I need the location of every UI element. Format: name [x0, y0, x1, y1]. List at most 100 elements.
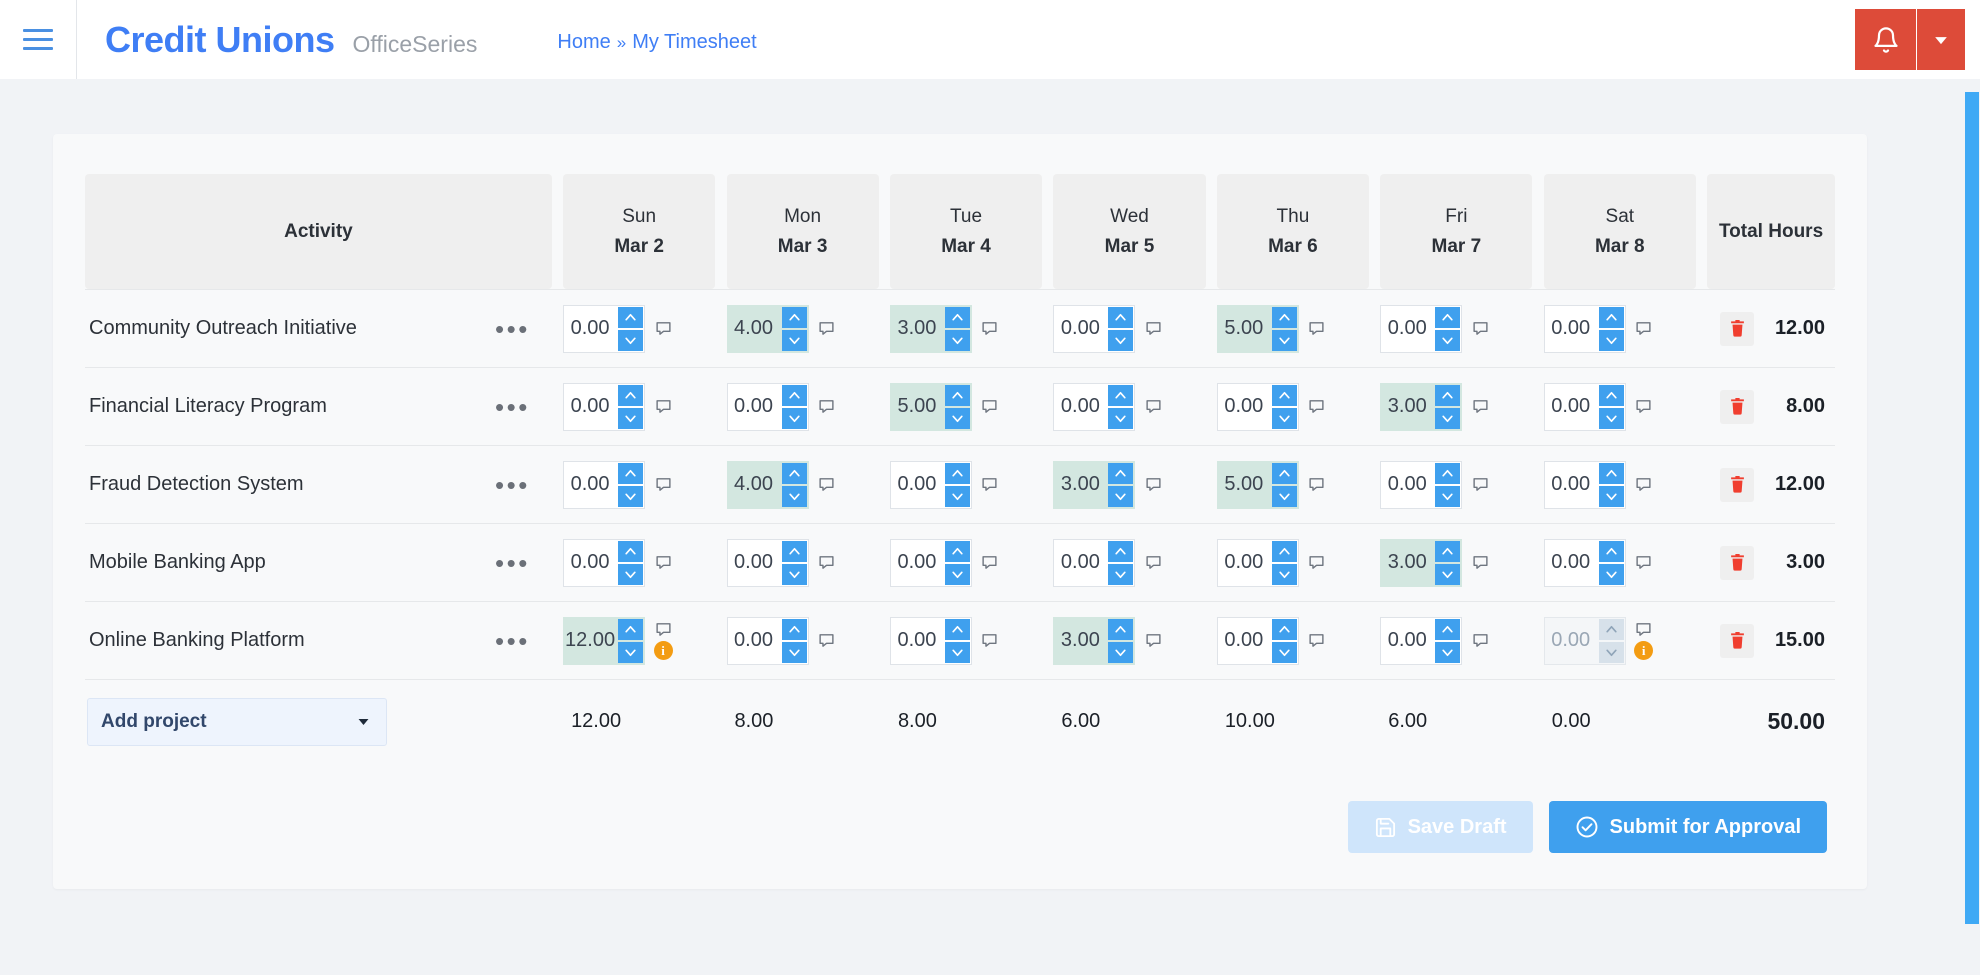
hours-input[interactable]: 0.00 [1545, 306, 1599, 352]
info-badge-icon[interactable]: i [1634, 641, 1654, 660]
stepper-increment-button[interactable] [618, 384, 644, 406]
delete-row-button[interactable] [1720, 545, 1755, 580]
stepper-decrement-button[interactable] [1271, 485, 1297, 507]
hours-input[interactable]: 0.00 [564, 462, 618, 508]
hours-stepper[interactable]: 0.00 [1053, 538, 1136, 587]
notification-dropdown-button[interactable] [1917, 9, 1965, 70]
hours-stepper[interactable]: 0.00 [889, 538, 972, 587]
comment-icon[interactable] [818, 476, 835, 493]
stepper-decrement-button[interactable] [618, 329, 644, 351]
comment-icon[interactable] [1145, 632, 1162, 649]
stepper-decrement-button[interactable] [1108, 563, 1134, 585]
hours-input[interactable]: 0.00 [1218, 384, 1272, 430]
stepper-increment-button[interactable] [1108, 618, 1134, 640]
comment-icon[interactable] [981, 320, 998, 337]
info-badge-icon[interactable]: i [653, 641, 673, 660]
hours-input[interactable]: 0.00 [891, 540, 945, 586]
stepper-increment-button[interactable] [781, 618, 807, 640]
stepper-decrement-button[interactable] [781, 407, 807, 429]
stepper-increment-button[interactable] [1108, 306, 1134, 328]
comment-icon[interactable] [1635, 398, 1652, 415]
stepper-increment-button[interactable] [1598, 462, 1624, 484]
comment-icon[interactable] [1472, 554, 1489, 571]
comment-icon[interactable] [981, 554, 998, 571]
stepper-decrement-button[interactable] [944, 407, 970, 429]
comment-icon[interactable] [1472, 398, 1489, 415]
hours-input[interactable]: 0.00 [1381, 462, 1435, 508]
hours-stepper[interactable]: 0.00 [563, 460, 646, 509]
stepper-increment-button[interactable] [781, 306, 807, 328]
comment-icon[interactable] [1308, 320, 1325, 337]
hours-stepper[interactable]: 0.00 [563, 304, 646, 353]
stepper-decrement-button[interactable] [781, 485, 807, 507]
stepper-decrement-button[interactable] [1435, 563, 1461, 585]
stepper-decrement-button[interactable] [781, 641, 807, 663]
hours-stepper[interactable]: 0.00 [1543, 460, 1626, 509]
hours-input[interactable]: 3.00 [1381, 540, 1435, 586]
comment-icon[interactable] [1145, 320, 1162, 337]
submit-for-approval-button[interactable]: Submit for Approval [1548, 801, 1827, 853]
comment-icon[interactable] [1472, 632, 1489, 649]
stepper-increment-button[interactable] [1108, 540, 1134, 562]
stepper-decrement-button[interactable] [618, 485, 644, 507]
hours-input[interactable]: 0.00 [1054, 540, 1108, 586]
stepper-increment-button[interactable] [781, 540, 807, 562]
hours-stepper[interactable]: 3.00 [1380, 538, 1463, 587]
comment-icon[interactable] [1635, 476, 1652, 493]
stepper-increment-button[interactable] [618, 540, 644, 562]
stepper-increment-button[interactable] [1271, 384, 1297, 406]
hours-stepper[interactable]: 0.00 [1216, 616, 1299, 665]
hours-input[interactable]: 4.00 [728, 462, 782, 508]
comment-icon[interactable] [981, 476, 998, 493]
hours-stepper[interactable]: 3.00 [1053, 616, 1136, 665]
hours-stepper[interactable]: 4.00 [726, 304, 809, 353]
stepper-decrement-button[interactable] [1108, 485, 1134, 507]
hours-stepper[interactable]: 0.00 [1543, 304, 1626, 353]
comment-icon[interactable] [1635, 554, 1652, 571]
hours-stepper[interactable]: 0.00 [563, 538, 646, 587]
stepper-increment-button[interactable] [1108, 462, 1134, 484]
comment-icon[interactable] [981, 398, 998, 415]
hours-stepper[interactable]: 4.00 [726, 460, 809, 509]
comment-icon[interactable] [981, 632, 998, 649]
hours-stepper[interactable]: 0.00 [1053, 304, 1136, 353]
stepper-decrement-button[interactable] [944, 485, 970, 507]
hours-input[interactable]: 0.00 [728, 618, 782, 664]
stepper-increment-button[interactable] [781, 462, 807, 484]
hours-input[interactable]: 0.00 [728, 540, 782, 586]
stepper-decrement-button[interactable] [1598, 563, 1624, 585]
hours-stepper[interactable]: 3.00 [889, 304, 972, 353]
hamburger-menu-icon[interactable] [0, 0, 76, 79]
comment-icon[interactable] [818, 320, 835, 337]
stepper-decrement-button[interactable] [1598, 407, 1624, 429]
hours-input[interactable]: 0.00 [1545, 384, 1599, 430]
page-scrollbar-track[interactable] [1964, 79, 1980, 975]
stepper-decrement-button[interactable] [1598, 329, 1624, 351]
stepper-increment-button[interactable] [781, 384, 807, 406]
comment-icon[interactable] [1635, 621, 1652, 638]
comment-icon[interactable] [1145, 398, 1162, 415]
hours-stepper[interactable]: 0.00 [1380, 460, 1463, 509]
comment-icon[interactable] [1308, 554, 1325, 571]
hours-input[interactable]: 0.00 [1545, 462, 1599, 508]
comment-icon[interactable] [655, 621, 672, 638]
hours-stepper[interactable]: 0.00 [889, 616, 972, 665]
hours-stepper[interactable]: 0.00 [726, 538, 809, 587]
hours-stepper[interactable]: 5.00 [889, 382, 972, 431]
stepper-decrement-button[interactable] [618, 641, 644, 663]
hours-input[interactable]: 3.00 [891, 306, 945, 352]
breadcrumb-current-link[interactable]: My Timesheet [632, 31, 756, 54]
hours-input[interactable]: 5.00 [1218, 462, 1272, 508]
hours-input[interactable]: 3.00 [1054, 618, 1108, 664]
hours-input[interactable]: 0.00 [891, 618, 945, 664]
stepper-increment-button[interactable] [1435, 306, 1461, 328]
stepper-decrement-button[interactable] [1598, 485, 1624, 507]
hours-input[interactable]: 0.00 [1381, 306, 1435, 352]
stepper-increment-button[interactable] [944, 306, 970, 328]
hours-stepper[interactable]: 0.00 [726, 382, 809, 431]
hours-stepper[interactable]: 0.00 [1543, 538, 1626, 587]
stepper-increment-button[interactable] [1108, 384, 1134, 406]
stepper-increment-button[interactable] [1271, 306, 1297, 328]
stepper-decrement-button[interactable] [944, 641, 970, 663]
hours-stepper[interactable]: 3.00 [1380, 382, 1463, 431]
